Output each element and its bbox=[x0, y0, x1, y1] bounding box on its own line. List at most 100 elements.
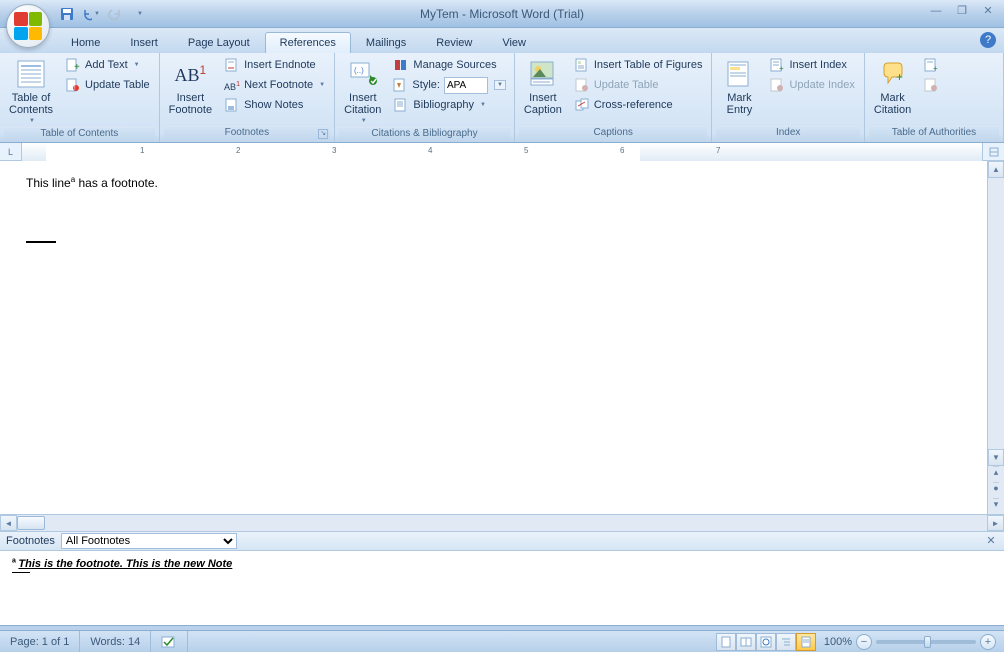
group-label-toa: Table of Authorities bbox=[869, 126, 999, 142]
minimize-button[interactable]: — bbox=[926, 4, 946, 18]
zoom-thumb[interactable] bbox=[924, 636, 931, 648]
next-footnote-button[interactable]: AB1Next Footnote▼ bbox=[219, 75, 330, 95]
update-table-icon: ! bbox=[65, 77, 81, 93]
prev-page-button[interactable]: ▴ bbox=[993, 466, 998, 482]
help-button[interactable]: ? bbox=[980, 32, 996, 48]
insert-caption-button[interactable]: Insert Caption bbox=[519, 55, 567, 119]
document-body[interactable]: This linea has a footnote. bbox=[0, 161, 987, 514]
mark-citation-button[interactable]: + Mark Citation bbox=[869, 55, 916, 119]
select-browse-object-button[interactable]: ● bbox=[993, 482, 998, 498]
close-button[interactable]: ✕ bbox=[978, 4, 998, 18]
ruler-bar: L 1 2 3 4 5 6 7 bbox=[0, 143, 1004, 161]
save-button[interactable] bbox=[58, 5, 76, 23]
window-controls: — ❐ ✕ bbox=[926, 4, 998, 18]
tab-page-layout[interactable]: Page Layout bbox=[173, 32, 265, 53]
quick-access-toolbar: ▼ ▼ bbox=[58, 5, 148, 23]
group-label-captions: Captions bbox=[519, 126, 708, 142]
scroll-right-button[interactable]: ► bbox=[987, 515, 1004, 531]
manage-sources-button[interactable]: Manage Sources bbox=[388, 55, 509, 75]
svg-text:+: + bbox=[896, 70, 903, 84]
insert-endnote-button[interactable]: Insert Endnote bbox=[219, 55, 330, 75]
status-page[interactable]: Page: 1 of 1 bbox=[0, 631, 80, 652]
zoom-slider[interactable] bbox=[876, 640, 976, 644]
bibliography-icon bbox=[393, 97, 409, 113]
view-buttons bbox=[716, 633, 816, 651]
mark-entry-button[interactable]: Mark Entry bbox=[716, 55, 762, 119]
footnote-pane-label: Footnotes bbox=[6, 535, 55, 547]
group-toc: Table of Contents▼ +Add Text▼ !Update Ta… bbox=[0, 53, 160, 142]
status-words[interactable]: Words: 14 bbox=[80, 631, 151, 652]
print-layout-view-button[interactable] bbox=[716, 633, 736, 651]
tab-selector[interactable]: L bbox=[0, 143, 22, 161]
toc-icon bbox=[15, 58, 47, 90]
group-captions: Insert Caption Insert Table of Figures U… bbox=[515, 53, 713, 142]
group-citations: (..) Insert Citation▼ Manage Sources Sty… bbox=[335, 53, 515, 142]
insert-citation-button[interactable]: (..) Insert Citation▼ bbox=[339, 55, 386, 127]
scroll-left-button[interactable]: ◄ bbox=[0, 515, 17, 531]
group-label-footnotes: Footnotes↘ bbox=[164, 126, 330, 142]
manage-sources-icon bbox=[393, 57, 409, 73]
horizontal-ruler[interactable]: 1 2 3 4 5 6 7 bbox=[22, 143, 982, 161]
tab-insert[interactable]: Insert bbox=[115, 32, 173, 53]
hscroll-track[interactable] bbox=[17, 515, 987, 531]
tab-view[interactable]: View bbox=[487, 32, 541, 53]
hscroll-thumb[interactable] bbox=[17, 516, 45, 530]
tab-review[interactable]: Review bbox=[421, 32, 487, 53]
horizontal-scrollbar[interactable]: ◄ ► bbox=[0, 514, 1004, 531]
tab-mailings[interactable]: Mailings bbox=[351, 32, 421, 53]
next-page-button[interactable]: ▾ bbox=[993, 498, 998, 514]
insert-caption-label: Insert Caption bbox=[524, 92, 562, 116]
insert-toa-button[interactable]: + bbox=[918, 55, 944, 75]
office-button[interactable] bbox=[6, 4, 50, 48]
zoom-out-button[interactable]: − bbox=[856, 634, 872, 650]
outline-view-button[interactable] bbox=[776, 633, 796, 651]
full-screen-reading-view-button[interactable] bbox=[736, 633, 756, 651]
restore-button[interactable]: ❐ bbox=[952, 4, 972, 18]
toc-label: Table of Contents bbox=[9, 92, 53, 116]
zoom-in-button[interactable]: + bbox=[980, 634, 996, 650]
qat-customize-button[interactable]: ▼ bbox=[130, 5, 148, 23]
footnote-separator bbox=[26, 241, 56, 243]
status-proofing[interactable] bbox=[151, 631, 188, 652]
tab-home[interactable]: Home bbox=[56, 32, 115, 53]
style-dropdown-button[interactable]: ▼ bbox=[494, 80, 506, 90]
zoom-level[interactable]: 100% bbox=[824, 636, 852, 648]
insert-toa-icon: + bbox=[923, 57, 939, 73]
vertical-scrollbar[interactable]: ▲ ▼ ▴ ● ▾ bbox=[987, 161, 1004, 514]
web-layout-view-button[interactable] bbox=[756, 633, 776, 651]
bibliography-button[interactable]: Bibliography▼ bbox=[388, 95, 509, 115]
tab-references[interactable]: References bbox=[265, 32, 351, 53]
cross-reference-button[interactable]: Cross-reference bbox=[569, 95, 708, 115]
style-combo[interactable] bbox=[444, 77, 488, 94]
show-notes-icon bbox=[224, 97, 240, 113]
update-caption-table-button: Update Table bbox=[569, 75, 708, 95]
style-icon bbox=[392, 77, 408, 93]
zoom-controls: 100% − + bbox=[816, 634, 1004, 650]
scroll-down-button[interactable]: ▼ bbox=[988, 449, 1004, 466]
footnote-pane-close-button[interactable]: ✕ bbox=[984, 534, 998, 548]
insert-tof-icon bbox=[574, 57, 590, 73]
undo-button[interactable]: ▼ bbox=[82, 5, 100, 23]
footnote-pane[interactable]: a This is the footnote. This is the new … bbox=[0, 551, 1004, 625]
insert-footnote-button[interactable]: AB1 Insert Footnote bbox=[164, 55, 217, 119]
window-title: MyTem - Microsoft Word (Trial) bbox=[0, 7, 1004, 21]
show-notes-button[interactable]: Show Notes bbox=[219, 95, 330, 115]
footnote-number: a bbox=[12, 557, 16, 564]
update-table-button[interactable]: !Update Table bbox=[60, 75, 155, 95]
citation-style-row: Style: ▼ bbox=[388, 75, 509, 95]
insert-index-button[interactable]: +Insert Index bbox=[764, 55, 859, 75]
footnote-view-dropdown[interactable]: All Footnotes bbox=[61, 533, 237, 549]
footnotes-dialog-launcher[interactable]: ↘ bbox=[318, 129, 328, 139]
draft-view-button[interactable] bbox=[796, 633, 816, 651]
scroll-up-button[interactable]: ▲ bbox=[988, 161, 1004, 178]
insert-tof-button[interactable]: Insert Table of Figures bbox=[569, 55, 708, 75]
insert-footnote-icon: AB1 bbox=[174, 58, 206, 90]
group-label-index: Index bbox=[716, 126, 859, 142]
table-of-contents-button[interactable]: Table of Contents▼ bbox=[4, 55, 58, 127]
add-text-button[interactable]: +Add Text▼ bbox=[60, 55, 155, 75]
style-label: Style: bbox=[412, 79, 440, 91]
insert-endnote-icon bbox=[224, 57, 240, 73]
update-toa-button bbox=[918, 75, 944, 95]
redo-button[interactable] bbox=[106, 5, 124, 23]
ruler-toggle-button[interactable] bbox=[982, 143, 1004, 161]
